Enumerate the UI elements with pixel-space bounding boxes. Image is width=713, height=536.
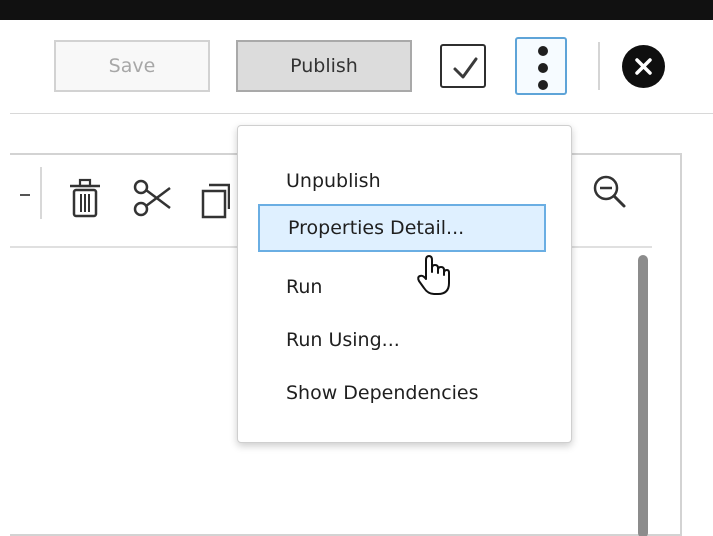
check-mark-icon <box>453 57 478 79</box>
menu-item-run-using[interactable]: Run Using... <box>258 316 546 364</box>
close-button[interactable] <box>622 45 665 88</box>
vertical-scrollbar[interactable] <box>638 255 648 536</box>
hand-pointer-icon <box>417 255 450 295</box>
top-bar <box>0 0 713 20</box>
close-icon <box>635 58 652 75</box>
app-window: Save Publish Unpublish Properties Detail… <box>0 0 713 536</box>
zoom-out-icon[interactable] <box>588 170 632 214</box>
menu-item-label: Properties Detail... <box>288 217 465 239</box>
toolbar-divider <box>598 42 600 90</box>
menu-item-show-dependencies[interactable]: Show Dependencies <box>258 369 546 417</box>
header-toolbar: Save Publish <box>10 20 713 114</box>
toolbar-separator <box>40 167 42 219</box>
collapse-dash[interactable] <box>20 194 30 196</box>
publish-button-label: Publish <box>290 55 358 77</box>
save-button-label: Save <box>108 55 156 77</box>
menu-item-properties-detail[interactable]: Properties Detail... <box>258 204 546 252</box>
menu-item-run[interactable]: Run <box>258 263 546 311</box>
menu-item-label: Show Dependencies <box>286 382 479 404</box>
copy-icon[interactable] <box>200 177 230 221</box>
checkbox-icon[interactable] <box>440 44 486 88</box>
menu-item-label: Run Using... <box>286 329 400 351</box>
save-button[interactable]: Save <box>54 40 210 92</box>
publish-button[interactable]: Publish <box>236 40 412 92</box>
more-options-menu: Unpublish Properties Detail... Run Run U… <box>237 125 572 443</box>
trash-icon[interactable] <box>65 175 105 221</box>
scissors-icon[interactable] <box>130 177 176 219</box>
menu-item-label: Run <box>286 276 323 298</box>
more-vertical-icon <box>538 46 548 90</box>
menu-item-label: Unpublish <box>286 170 381 192</box>
more-options-button[interactable] <box>515 37 567 95</box>
menu-item-unpublish[interactable]: Unpublish <box>258 157 546 205</box>
